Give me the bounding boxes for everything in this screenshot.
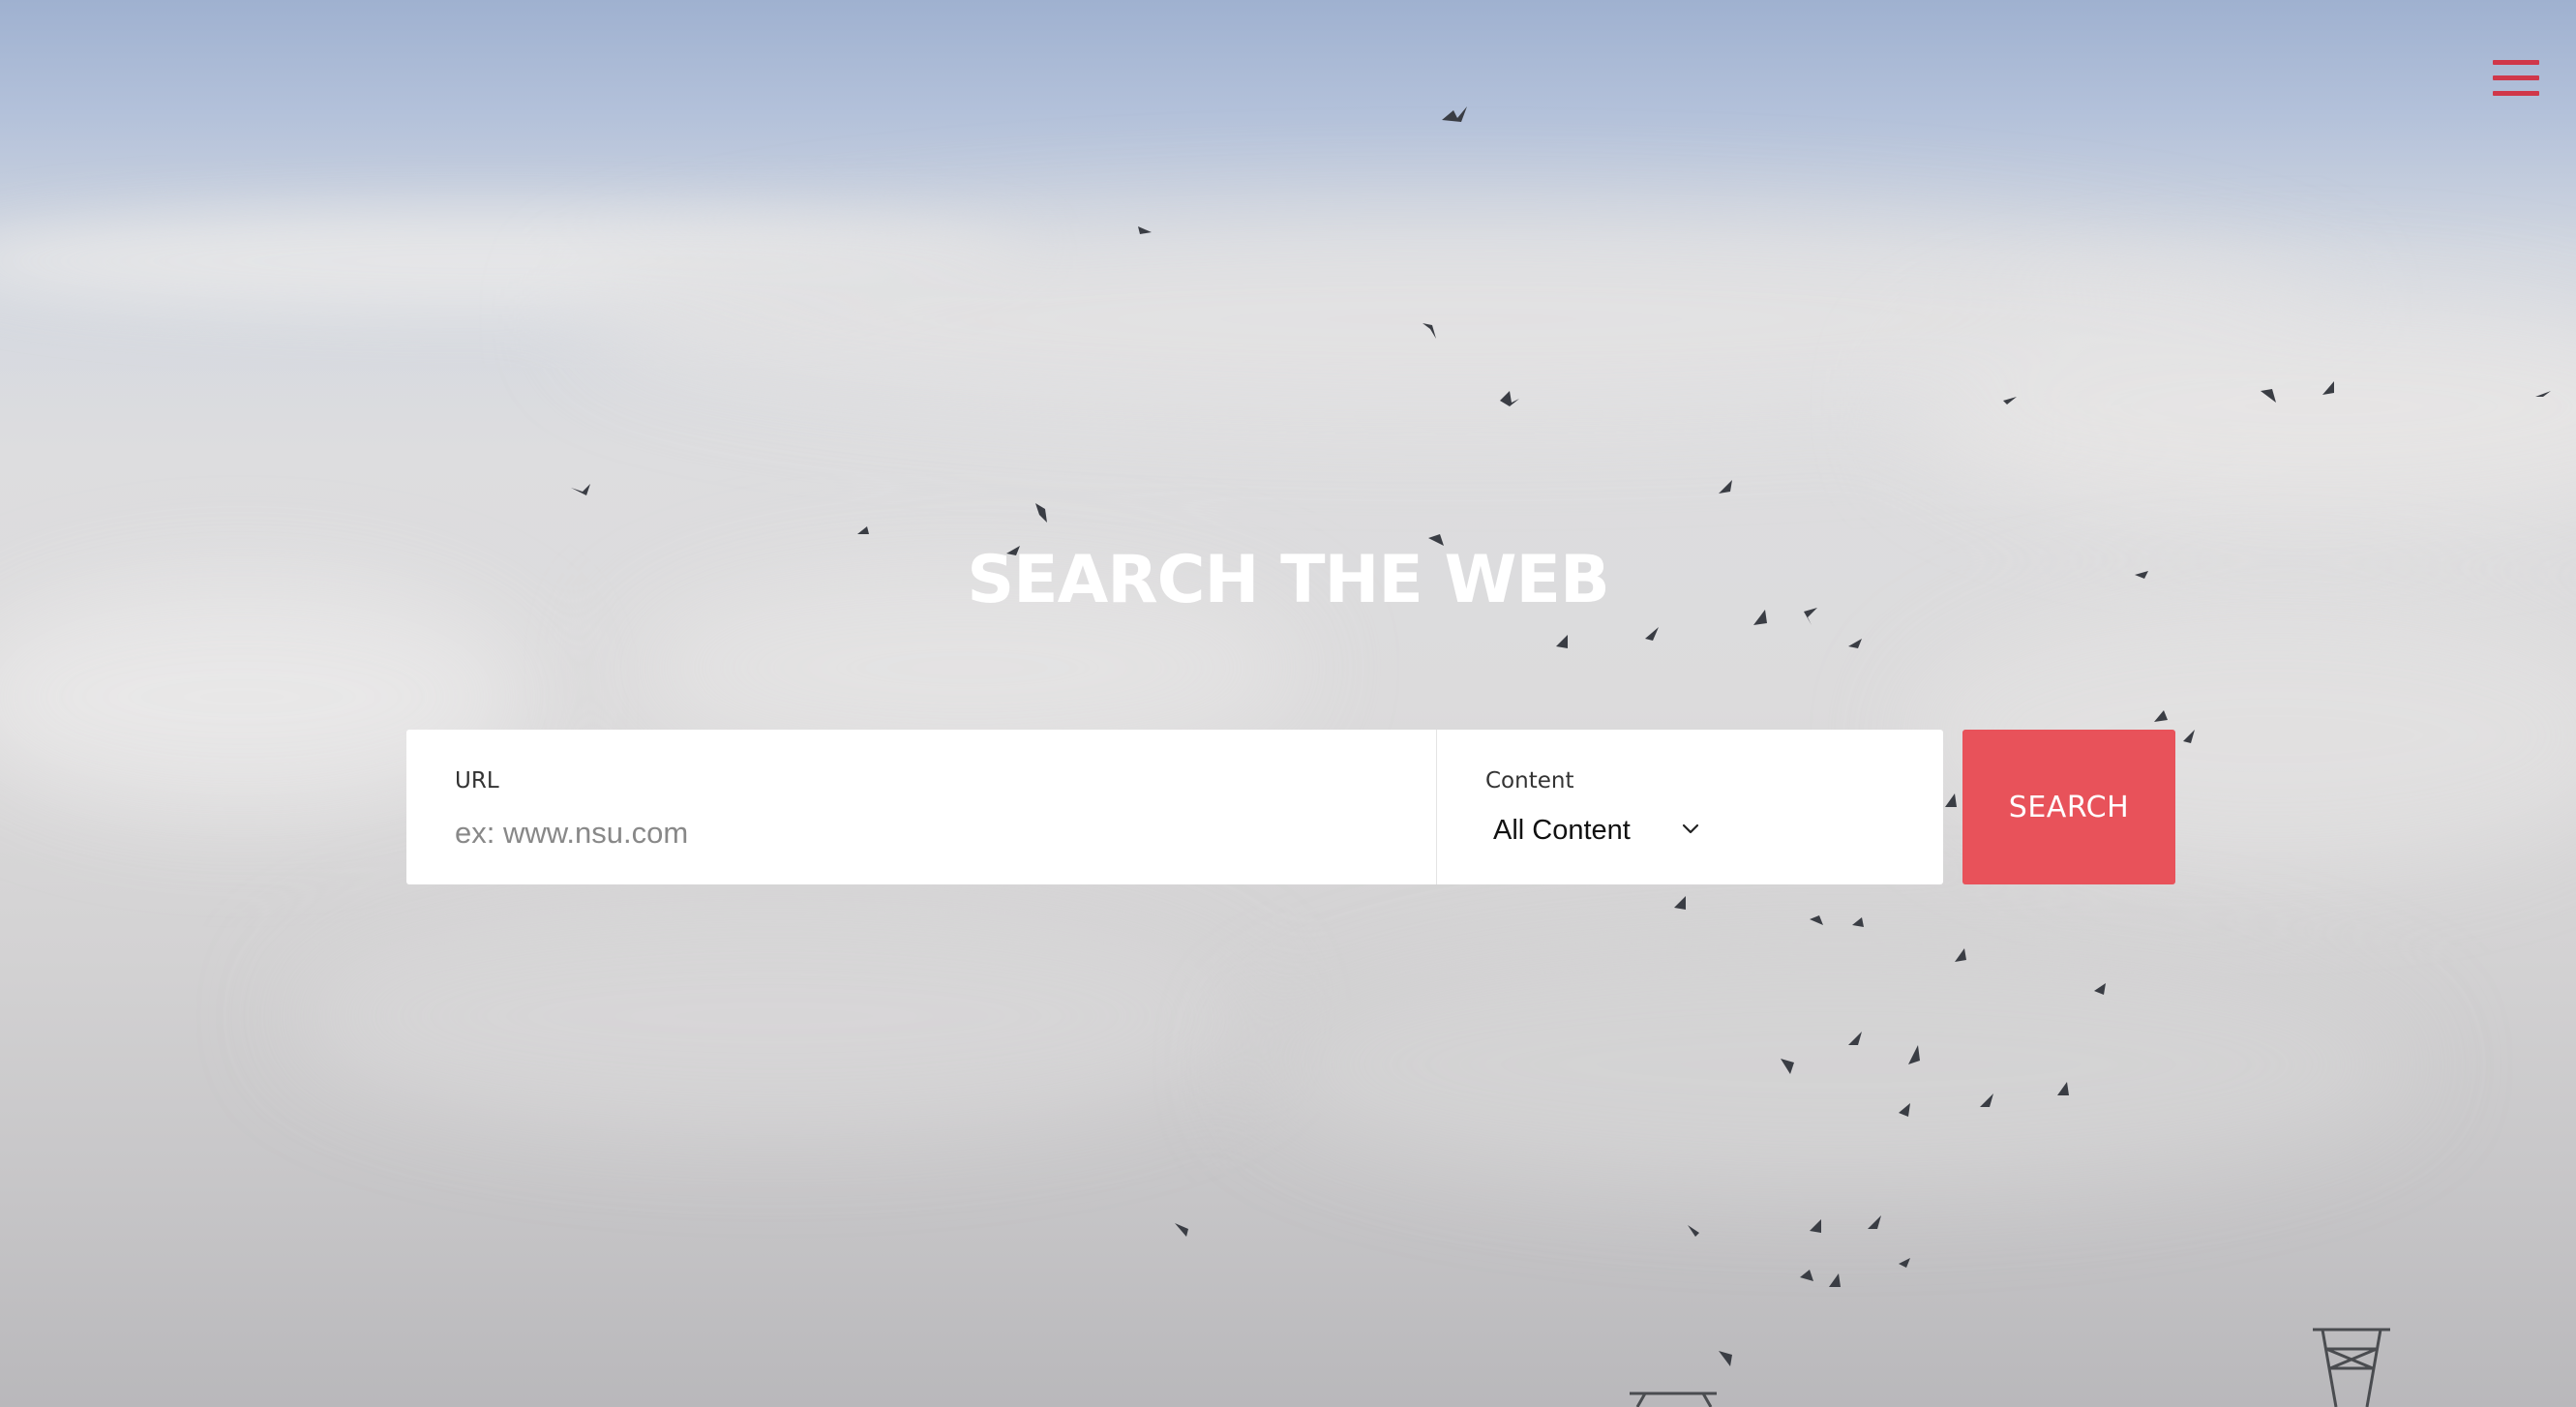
menu-bar-icon — [2493, 75, 2539, 80]
pylon-decoration — [1630, 1328, 2390, 1407]
hamburger-menu-button[interactable] — [2489, 56, 2543, 105]
search-form: URL Content All Content — [406, 730, 1943, 884]
content-select-value: All Content — [1493, 815, 1631, 846]
menu-bar-icon — [2493, 60, 2539, 65]
content-select[interactable]: All Content — [1493, 811, 1725, 853]
menu-bar-icon — [2493, 91, 2539, 96]
sky-background-photo — [0, 106, 2576, 1407]
page-title: SEARCH THE WEB — [967, 542, 1610, 618]
url-input[interactable] — [455, 809, 1384, 857]
search-button[interactable]: SEARCH — [1962, 730, 2175, 884]
content-field: Content All Content — [1437, 730, 1943, 884]
content-label: Content — [1485, 768, 1574, 793]
chevron-down-icon — [1682, 823, 1699, 834]
url-field: URL — [406, 730, 1436, 884]
url-label: URL — [455, 768, 499, 793]
